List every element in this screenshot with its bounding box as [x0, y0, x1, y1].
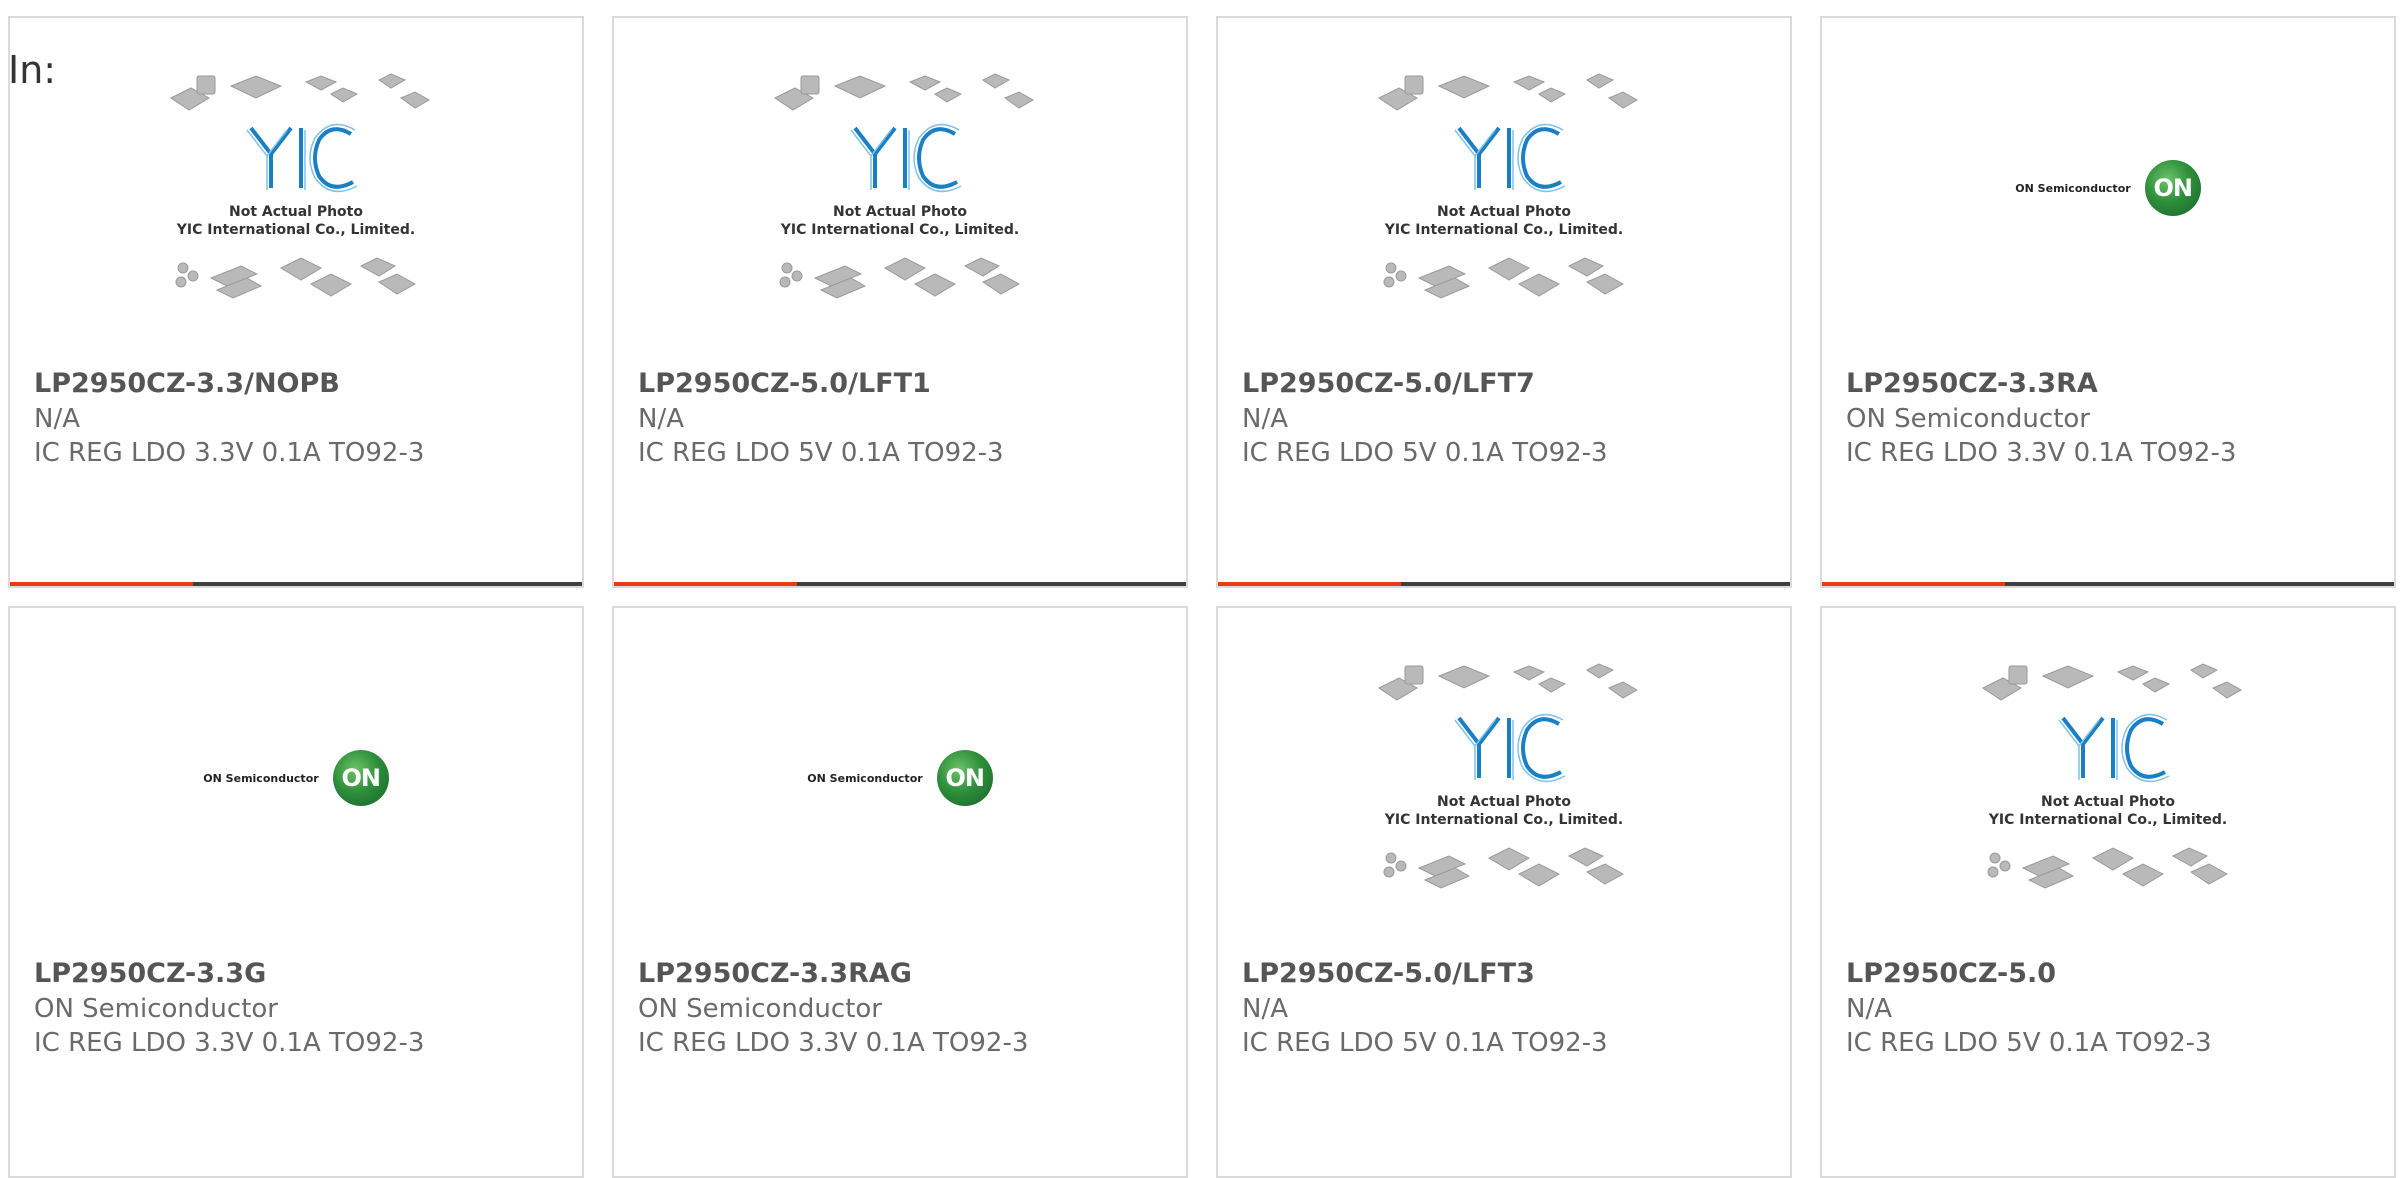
- on-logo-text: ON Semiconductor: [2015, 181, 2131, 195]
- caption-line1: Not Actual Photo: [229, 204, 363, 220]
- manufacturer: N/A: [34, 404, 80, 434]
- caption-line1: Not Actual Photo: [833, 204, 967, 220]
- product-card[interactable]: ON Semiconductor ON LP2950CZ-3.3RAG ON Se…: [612, 606, 1188, 1178]
- description: IC REG LDO 5V 0.1A TO92-3: [1846, 1028, 2212, 1058]
- on-semiconductor-logo: ON Semiconductor ON: [203, 750, 389, 806]
- product-card[interactable]: Not Actual Photo YIC International Co., …: [1820, 606, 2396, 1178]
- caption-line1: Not Actual Photo: [1437, 794, 1571, 810]
- on-logo-mark: ON: [332, 750, 389, 806]
- caption-line2: YIC International Co., Limited.: [1384, 222, 1623, 238]
- card-progress-bar: [614, 582, 1186, 586]
- card-progress-bar: [10, 582, 582, 586]
- product-info: LP2950CZ-5.0/LFT3 N/A IC REG LDO 5V 0.1A T…: [1242, 956, 1780, 1060]
- product-info: LP2950CZ-3.3G ON Semiconductor IC REG LDO …: [34, 956, 572, 1060]
- on-semiconductor-logo: ON Semiconductor ON: [2015, 160, 2201, 216]
- part-number-link[interactable]: LP2950CZ-5.0/LFT1: [638, 366, 1176, 402]
- card-progress-bar: [1822, 582, 2394, 586]
- product-image[interactable]: Not Actual Photo YIC International Co., …: [1218, 608, 1790, 948]
- part-number-link[interactable]: LP2950CZ-3.3RA: [1846, 366, 2384, 402]
- description: IC REG LDO 5V 0.1A TO92-3: [1242, 438, 1608, 468]
- manufacturer: N/A: [1846, 994, 1892, 1024]
- part-number-link[interactable]: LP2950CZ-3.3G: [34, 956, 572, 992]
- not-actual-photo-image: Not Actual Photo YIC International Co., …: [1378, 663, 1639, 889]
- product-card[interactable]: ON Semiconductor ON LP2950CZ-3.3G ON Semi…: [8, 606, 584, 1178]
- product-image[interactable]: Not Actual Photo YIC International Co., …: [614, 18, 1186, 358]
- manufacturer: ON Semiconductor: [1846, 404, 2090, 434]
- part-number-link[interactable]: LP2950CZ-3.3/NOPB: [34, 366, 572, 402]
- description: IC REG LDO 5V 0.1A TO92-3: [1242, 1028, 1608, 1058]
- part-number-link[interactable]: LP2950CZ-3.3RAG: [638, 956, 1176, 992]
- product-image[interactable]: Not Actual Photo YIC International Co., …: [10, 18, 582, 358]
- product-card[interactable]: Not Actual Photo YIC International Co., …: [1216, 16, 1792, 588]
- not-actual-photo-image: Not Actual Photo YIC International Co., …: [774, 73, 1035, 299]
- product-image[interactable]: ON Semiconductor ON: [10, 608, 582, 948]
- manufacturer: N/A: [1242, 994, 1288, 1024]
- caption-line1: Not Actual Photo: [2041, 794, 2175, 810]
- on-logo-text: ON Semiconductor: [203, 771, 319, 785]
- caption-line2: YIC International Co., Limited.: [780, 222, 1019, 238]
- card-progress-bar: [1218, 582, 1790, 586]
- on-logo-mark: ON: [936, 750, 993, 806]
- product-info: LP2950CZ-3.3/NOPB N/A IC REG LDO 3.3V 0.1A…: [34, 366, 572, 470]
- manufacturer: ON Semiconductor: [638, 994, 882, 1024]
- not-actual-photo-image: Not Actual Photo YIC International Co., …: [170, 73, 431, 299]
- part-number-link[interactable]: LP2950CZ-5.0: [1846, 956, 2384, 992]
- product-info: LP2950CZ-5.0/LFT1 N/A IC REG LDO 5V 0.1A T…: [638, 366, 1176, 470]
- product-image[interactable]: ON Semiconductor ON: [1822, 18, 2394, 358]
- card-progress-fill: [614, 582, 798, 586]
- product-card[interactable]: Not Actual Photo YIC International Co., …: [1216, 606, 1792, 1178]
- description: IC REG LDO 3.3V 0.1A TO92-3: [34, 1028, 425, 1058]
- product-image[interactable]: ON Semiconductor ON: [614, 608, 1186, 948]
- card-progress-fill: [1218, 582, 1402, 586]
- part-number-link[interactable]: LP2950CZ-5.0/LFT7: [1242, 366, 1780, 402]
- description: IC REG LDO 5V 0.1A TO92-3: [638, 438, 1004, 468]
- caption-line2: YIC International Co., Limited.: [1988, 812, 2227, 828]
- card-progress-fill: [10, 582, 194, 586]
- caption-line2: YIC International Co., Limited.: [1384, 812, 1623, 828]
- description: IC REG LDO 3.3V 0.1A TO92-3: [1846, 438, 2237, 468]
- in-label: In:: [8, 48, 57, 92]
- manufacturer: N/A: [1242, 404, 1288, 434]
- description: IC REG LDO 3.3V 0.1A TO92-3: [34, 438, 425, 468]
- not-actual-photo-image: Not Actual Photo YIC International Co., …: [1378, 73, 1639, 299]
- on-logo-text: ON Semiconductor: [807, 771, 923, 785]
- on-logo-mark: ON: [2144, 160, 2201, 216]
- product-info: LP2950CZ-3.3RAG ON Semiconductor IC REG LD…: [638, 956, 1176, 1060]
- not-actual-photo-image: Not Actual Photo YIC International Co., …: [1982, 663, 2243, 889]
- manufacturer: ON Semiconductor: [34, 994, 278, 1024]
- product-info: LP2950CZ-5.0 N/A IC REG LDO 5V 0.1A TO92-3: [1846, 956, 2384, 1060]
- product-image[interactable]: Not Actual Photo YIC International Co., …: [1822, 608, 2394, 948]
- product-info: LP2950CZ-5.0/LFT7 N/A IC REG LDO 5V 0.1A T…: [1242, 366, 1780, 470]
- on-semiconductor-logo: ON Semiconductor ON: [807, 750, 993, 806]
- product-grid: Not Actual Photo YIC International Co., …: [0, 0, 2400, 1178]
- manufacturer: N/A: [638, 404, 684, 434]
- caption-line1: Not Actual Photo: [1437, 204, 1571, 220]
- caption-line2: YIC International Co., Limited.: [176, 222, 415, 238]
- description: IC REG LDO 3.3V 0.1A TO92-3: [638, 1028, 1029, 1058]
- part-number-link[interactable]: LP2950CZ-5.0/LFT3: [1242, 956, 1780, 992]
- product-card[interactable]: Not Actual Photo YIC International Co., …: [612, 16, 1188, 588]
- product-info: LP2950CZ-3.3RA ON Semiconductor IC REG LDO…: [1846, 366, 2384, 470]
- product-card[interactable]: Not Actual Photo YIC International Co., …: [8, 16, 584, 588]
- card-progress-fill: [1822, 582, 2006, 586]
- product-image[interactable]: Not Actual Photo YIC International Co., …: [1218, 18, 1790, 358]
- product-card[interactable]: ON Semiconductor ON LP2950CZ-3.3RA ON Sem…: [1820, 16, 2396, 588]
